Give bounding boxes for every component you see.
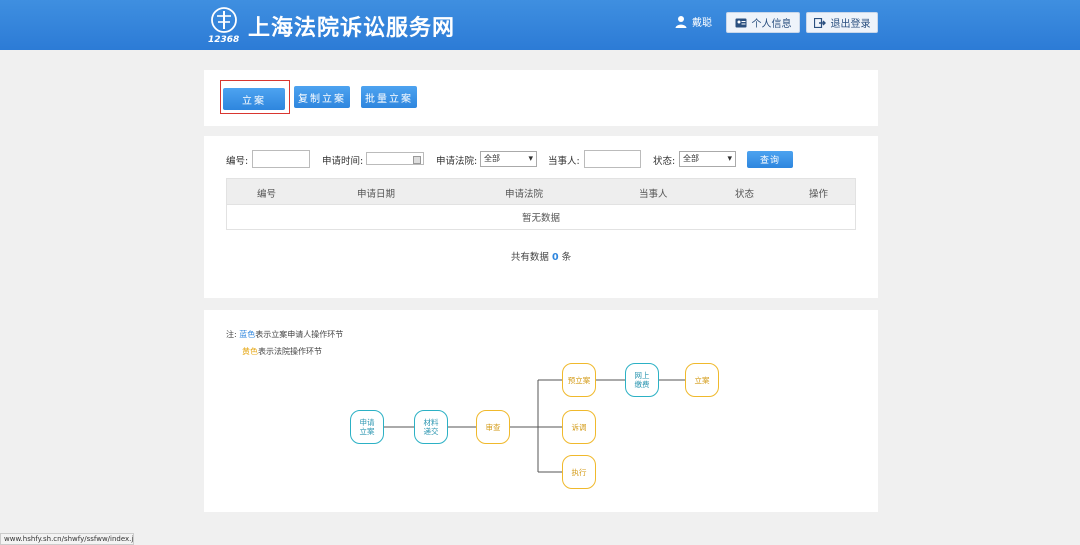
flow-node-prefile: 预立案 [562, 363, 596, 397]
results-table: 编号 申请日期 申请法院 当事人 状态 操作 暂无数据 [226, 178, 856, 230]
file-case-button[interactable]: 立案 [223, 88, 285, 110]
court-select[interactable]: 全部 [480, 151, 537, 167]
search-panel: 编号: 申请时间: 申请法院: 全部 当事人: 状态: 全部 查询 编号 申请日… [204, 136, 878, 298]
empty-row: 暂无数据 [227, 204, 855, 229]
profile-label: 个人信息 [751, 19, 792, 30]
status-label: 状态: [653, 156, 676, 167]
date-label: 申请时间: [322, 156, 364, 167]
party-input[interactable] [584, 150, 641, 168]
number-label: 编号: [226, 156, 249, 167]
logout-label: 退出登录 [830, 19, 871, 30]
user-info[interactable]: 戴聪 [675, 14, 712, 29]
party-label: 当事人: [548, 156, 580, 167]
batch-case-button[interactable]: 批量立案 [361, 86, 417, 108]
col-status: 状态 [735, 189, 755, 200]
number-input[interactable] [252, 150, 310, 168]
flow-node-apply: 申请 立案 [350, 410, 384, 444]
flow-node-mediation: 诉调 [562, 410, 596, 444]
flow-node-online-pay: 网上 缴费 [625, 363, 659, 397]
total-prefix: 共有数据 [510, 252, 549, 263]
profile-button[interactable]: 个人信息 [726, 12, 800, 33]
query-button[interactable]: 查询 [747, 151, 793, 168]
court-emblem-logo: 12368 [208, 7, 239, 44]
action-panel: 立案 复制立案 批量立案 [204, 70, 878, 126]
copy-case-button[interactable]: 复制立案 [294, 86, 350, 108]
flow-node-execution: 执行 [562, 455, 596, 489]
total-number: 0 [551, 252, 559, 263]
logo-number: 12368 [208, 35, 239, 44]
calendar-icon[interactable] [413, 156, 421, 164]
browser-status-bar: www.hshfy.sh.cn/shwfy/ssfww/index.jsp [0, 533, 134, 545]
col-party: 当事人 [639, 189, 668, 200]
flow-node-filed: 立案 [685, 363, 719, 397]
process-flow-panel: 注: 蓝色表示立案申请人操作环节 黄色表示法院操作环节 申请 立案 材料 递交 审查… [204, 310, 878, 512]
site-header: 12368 上海法院诉讼服务网 戴聪 个人信息 退出登录 [0, 0, 1080, 50]
flow-node-review: 审查 [476, 410, 510, 444]
court-label: 申请法院: [436, 156, 478, 167]
total-suffix: 条 [561, 252, 572, 263]
total-count: 共有数据 0 条 [204, 249, 878, 263]
col-date: 申请日期 [357, 189, 396, 200]
logout-button[interactable]: 退出登录 [806, 12, 878, 33]
id-card-icon [735, 18, 746, 27]
table-header: 编号 申请日期 申请法院 当事人 状态 操作 [227, 179, 855, 204]
col-number: 编号 [257, 189, 277, 200]
status-select[interactable]: 全部 [679, 151, 736, 167]
date-input[interactable] [366, 152, 424, 165]
user-icon [675, 16, 687, 28]
logout-icon [813, 17, 826, 28]
username: 戴聪 [692, 18, 712, 29]
site-title: 上海法院诉讼服务网 [248, 16, 456, 41]
flow-connectors [384, 379, 685, 473]
col-action: 操作 [809, 189, 829, 200]
col-court: 申请法院 [505, 189, 544, 200]
flow-node-submit: 材料 递交 [414, 410, 448, 444]
